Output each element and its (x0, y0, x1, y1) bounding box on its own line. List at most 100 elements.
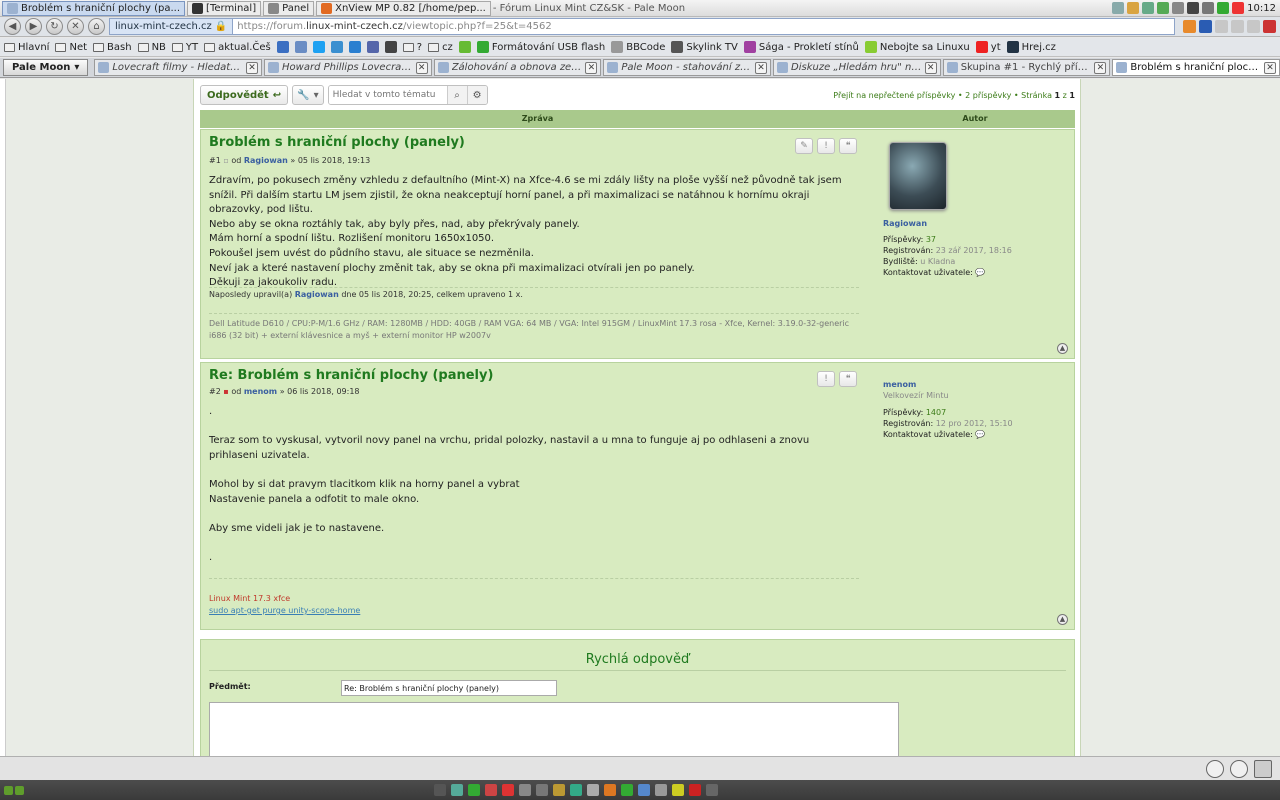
tab-hrej-discussion[interactable]: Diskuze „Hledám hru" na Hrej.cz✕ (773, 59, 941, 76)
reply-button[interactable]: Odpovědět ↩ (200, 85, 289, 105)
addon-status-icon[interactable] (1254, 759, 1272, 778)
launcher-icon[interactable] (587, 784, 599, 796)
tab-palemoon-youtube[interactable]: Pale Moon - stahování z YouTu...✕ (603, 59, 772, 76)
twitter-icon[interactable] (312, 41, 325, 53)
close-tab-icon[interactable]: ✕ (755, 61, 768, 74)
shield-icon[interactable] (1142, 2, 1155, 14)
tab-backup[interactable]: Zálohování a obnova ze zálohy...✕ (433, 59, 602, 76)
battery-icon[interactable] (1217, 2, 1230, 14)
download-icon[interactable] (1247, 20, 1260, 33)
bookmark-item[interactable]: Formátování USB flash (476, 41, 605, 53)
bookmark-folder[interactable]: YT (171, 42, 198, 53)
bookmark-folder[interactable]: cz (428, 42, 453, 53)
site-identity[interactable]: linux-mint-czech.cz 🔒 (110, 19, 234, 34)
tab-current-topic[interactable]: Broblém s hraniční plochy (pan...✕ (1112, 59, 1280, 76)
close-tab-icon[interactable]: ✕ (585, 61, 598, 74)
tools-button[interactable]: 🔧 ▾ (292, 85, 324, 105)
edit-icon[interactable] (1172, 2, 1185, 14)
post-title[interactable]: Broblém s hraniční plochy (panely) (209, 135, 465, 150)
tab-lovecraft[interactable]: Howard Phillips Lovecraft - Hle...✕ (264, 59, 432, 76)
launcher-icon[interactable] (672, 784, 684, 796)
tab-lovecraft-films[interactable]: Lovecraft filmy - Hledat Googlem✕ (94, 59, 263, 76)
bookmark-item[interactable]: Sága - Prokletí stínů (743, 41, 859, 53)
bookmark-item[interactable]: Hrej.cz (1006, 41, 1056, 53)
back-to-top-icon[interactable]: ▲ (1057, 614, 1068, 625)
notes-icon[interactable] (1127, 2, 1140, 14)
bookmark-item[interactable]: Skylink TV (671, 41, 738, 53)
author-link[interactable]: menom (244, 387, 277, 396)
post-title[interactable]: Re: Broblém s hraniční plochy (panely) (209, 368, 493, 383)
gear-icon[interactable]: ⚙ (466, 86, 487, 104)
spreadsheet-launcher-icon[interactable] (468, 784, 480, 796)
close-tab-icon[interactable]: ✕ (246, 61, 259, 74)
forward-icon[interactable]: ▶ (25, 18, 42, 35)
close-tab-icon[interactable]: ✕ (924, 61, 937, 74)
launcher-icon[interactable] (638, 784, 650, 796)
bookmark-folder[interactable]: NB (137, 42, 166, 53)
message-textarea[interactable] (209, 702, 899, 756)
bookmark-item[interactable]: Nebojte sa Linuxu (864, 41, 970, 53)
bookmark-item[interactable]: yt (975, 41, 1001, 53)
launcher-icon[interactable] (570, 784, 582, 796)
bookmark-folder[interactable]: aktual.Češ (204, 42, 271, 53)
back-icon[interactable]: ◀ (4, 18, 21, 35)
launcher-icon[interactable] (519, 784, 531, 796)
taskbar-window-panel[interactable]: Panel (263, 0, 315, 16)
settings-icon[interactable] (1231, 20, 1244, 33)
zoom-in-icon[interactable] (1230, 759, 1248, 778)
launcher-icon[interactable] (553, 784, 565, 796)
menu-icon[interactable] (4, 782, 30, 798)
launcher-icon[interactable] (655, 784, 667, 796)
app-menu-button[interactable]: Pale Moon ▾ (3, 59, 89, 76)
home-button-icon[interactable]: ⌂ (88, 18, 105, 35)
close-tab-icon[interactable]: ✕ (415, 61, 428, 74)
close-tab-icon[interactable]: ✕ (1264, 61, 1277, 74)
bookmark-icon[interactable] (294, 41, 307, 53)
terminal-launcher-icon[interactable] (434, 784, 446, 796)
language-flag-icon[interactable] (1199, 20, 1212, 33)
search-icon[interactable]: ⌕ (446, 86, 467, 104)
close-tab-icon[interactable]: ✕ (1094, 61, 1107, 74)
quote-icon[interactable]: ❝ (839, 371, 857, 387)
stop-icon[interactable]: ✕ (67, 18, 84, 35)
addon-icon[interactable] (1263, 20, 1276, 33)
bookmark-item[interactable]: BBCode (611, 41, 665, 53)
launcher-icon[interactable] (485, 784, 497, 796)
power-icon[interactable] (1232, 2, 1245, 14)
rss-icon[interactable] (1183, 20, 1196, 33)
reload-icon[interactable]: ↻ (46, 18, 63, 35)
volume-icon[interactable] (1202, 2, 1215, 14)
back-to-top-icon[interactable]: ▲ (1057, 343, 1068, 354)
tab-quick-access[interactable]: Skupina #1 - Rychlý přístup ✕ (942, 59, 1111, 76)
launcher-icon[interactable] (536, 784, 548, 796)
launcher-icon[interactable] (604, 784, 616, 796)
chat-icon[interactable]: 💬 (975, 430, 985, 439)
url-bar[interactable]: linux-mint-czech.cz 🔒 https://forum.linux… (109, 18, 1175, 35)
star-icon[interactable] (1215, 20, 1228, 33)
network-icon[interactable] (1187, 2, 1200, 14)
download-bookmark-icon[interactable] (348, 41, 361, 53)
avatar[interactable] (889, 142, 947, 210)
bookmark-folder[interactable]: Net (55, 42, 87, 53)
launcher-icon[interactable] (502, 784, 514, 796)
launcher-icon[interactable] (451, 784, 463, 796)
author-link[interactable]: Ragiowan (244, 156, 288, 165)
bookmark-icon[interactable] (384, 41, 397, 53)
subject-input[interactable] (341, 680, 557, 696)
chat-icon[interactable]: 💬 (975, 268, 985, 277)
report-icon[interactable]: ! (817, 138, 835, 154)
check-icon[interactable] (1157, 2, 1170, 14)
taskbar-window-terminal[interactable]: [Terminal] (187, 0, 262, 16)
report-icon[interactable]: ! (817, 371, 835, 387)
bookmark-icon[interactable] (276, 41, 289, 53)
quote-icon[interactable]: ❝ (839, 138, 857, 154)
launcher-icon[interactable] (706, 784, 718, 796)
bookmark-icon[interactable] (366, 41, 379, 53)
bookmark-icon[interactable] (458, 41, 471, 53)
bookmark-folder[interactable]: Bash (93, 42, 132, 53)
bookmark-icon[interactable] (330, 41, 343, 53)
opera-launcher-icon[interactable] (689, 784, 701, 796)
taskbar-window-xnview[interactable]: XnView MP 0.82 [/home/pep... (316, 0, 491, 16)
edit-icon[interactable]: ✎ (795, 138, 813, 154)
bookmark-folder[interactable]: Hlavní (4, 42, 49, 53)
